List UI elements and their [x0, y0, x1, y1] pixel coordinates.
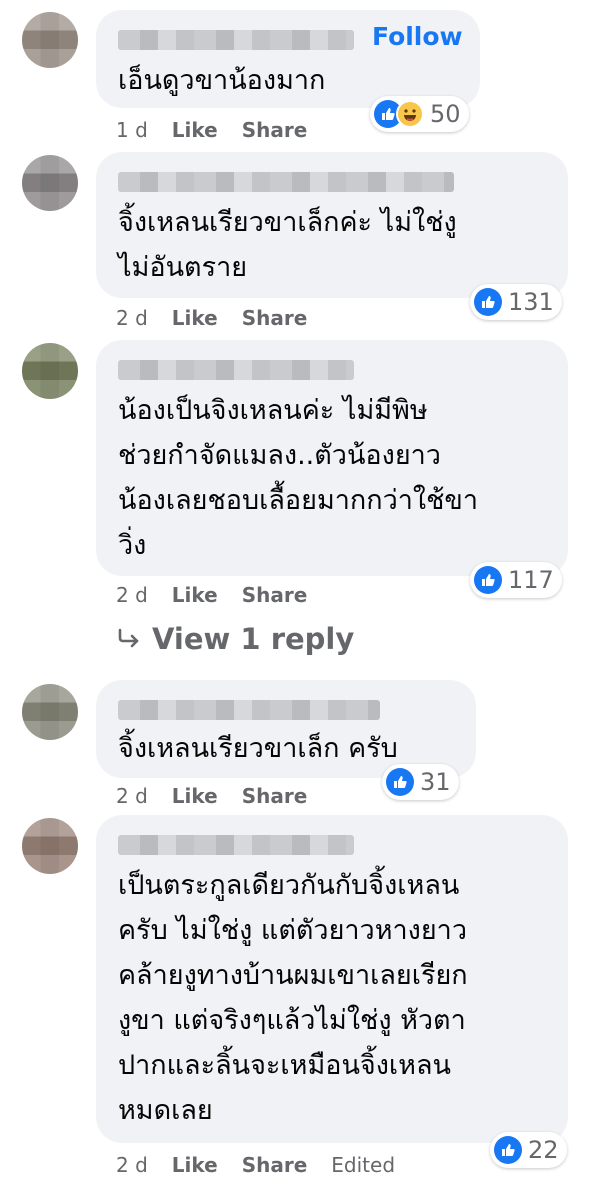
- comment-text: เป็นตระกูลเดียวกันกับจิ้งเหลน ครับ ไม่ใช…: [118, 870, 468, 1126]
- comment-text: จิ้งเหลนเรียวขาเล็กค่ะ ไม่ใช่งู ไม่อันตร…: [118, 207, 457, 283]
- comment-text: จิ้งเหลนเรียวขาเล็ก ครับ: [118, 733, 398, 764]
- reaction-count: 22: [528, 1136, 559, 1164]
- reaction-count: 50: [430, 100, 461, 128]
- haha-icon: [396, 100, 424, 128]
- share-button[interactable]: Share: [242, 583, 308, 607]
- reaction-summary[interactable]: 31: [382, 764, 459, 800]
- comment-actions: 2 d Like Share: [116, 306, 307, 330]
- view-replies-label: View 1 reply: [152, 622, 355, 656]
- reaction-summary[interactable]: 131: [470, 284, 562, 320]
- share-button[interactable]: Share: [242, 118, 308, 142]
- author-name-blurred[interactable]: [118, 835, 354, 855]
- reaction-count: 131: [508, 288, 554, 316]
- comment-bubble: Follow เอ็นดูวขาน้องมาก: [96, 10, 480, 108]
- view-replies-link[interactable]: View 1 reply: [116, 622, 354, 656]
- avatar[interactable]: [22, 818, 78, 874]
- reaction-summary[interactable]: 117: [470, 562, 562, 598]
- like-button[interactable]: Like: [172, 118, 218, 142]
- edited-label[interactable]: Edited: [331, 1153, 395, 1177]
- comment-text: น้องเป็นจิงเหลนค่ะ ไม่มีพิษ ช่วยกำจัดแมล…: [118, 395, 479, 561]
- reaction-summary[interactable]: 22: [490, 1132, 567, 1168]
- reply-arrow-icon: [118, 628, 139, 648]
- reaction-count: 117: [508, 566, 554, 594]
- like-button[interactable]: Like: [172, 784, 218, 808]
- like-button[interactable]: Like: [172, 583, 218, 607]
- comment-actions: 2 d Like Share Edited: [116, 1153, 395, 1177]
- comment-text: เอ็นดูวขาน้องมาก: [118, 65, 326, 96]
- like-icon: [474, 566, 502, 594]
- share-button[interactable]: Share: [242, 1153, 308, 1177]
- avatar[interactable]: [22, 684, 78, 740]
- comment-actions: 2 d Like Share: [116, 784, 307, 808]
- timestamp[interactable]: 2 d: [116, 784, 148, 808]
- comment-actions: 2 d Like Share: [116, 583, 307, 607]
- like-icon: [386, 768, 414, 796]
- reaction-count: 31: [420, 768, 451, 796]
- author-name-blurred[interactable]: [118, 172, 454, 192]
- avatar[interactable]: [22, 155, 78, 211]
- author-name-blurred[interactable]: [118, 30, 354, 50]
- timestamp[interactable]: 2 d: [116, 1153, 148, 1177]
- like-icon: [474, 288, 502, 316]
- follow-button[interactable]: Follow: [372, 22, 463, 51]
- avatar[interactable]: [22, 343, 78, 399]
- author-name-blurred[interactable]: [118, 700, 380, 720]
- like-button[interactable]: Like: [172, 306, 218, 330]
- like-icon: [494, 1136, 522, 1164]
- reaction-summary[interactable]: 50: [370, 96, 469, 132]
- timestamp[interactable]: 2 d: [116, 583, 148, 607]
- avatar[interactable]: [22, 12, 78, 68]
- comment-actions: 1 d Like Share: [116, 118, 307, 142]
- timestamp[interactable]: 1 d: [116, 118, 148, 142]
- comment-bubble: เป็นตระกูลเดียวกันกับจิ้งเหลน ครับ ไม่ใช…: [96, 815, 568, 1143]
- comment-bubble: จิ้งเหลนเรียวขาเล็กค่ะ ไม่ใช่งู ไม่อันตร…: [96, 152, 568, 298]
- comment-bubble: น้องเป็นจิงเหลนค่ะ ไม่มีพิษ ช่วยกำจัดแมล…: [96, 340, 568, 576]
- timestamp[interactable]: 2 d: [116, 306, 148, 330]
- author-name-blurred[interactable]: [118, 360, 354, 380]
- share-button[interactable]: Share: [242, 306, 308, 330]
- like-button[interactable]: Like: [172, 1153, 218, 1177]
- share-button[interactable]: Share: [242, 784, 308, 808]
